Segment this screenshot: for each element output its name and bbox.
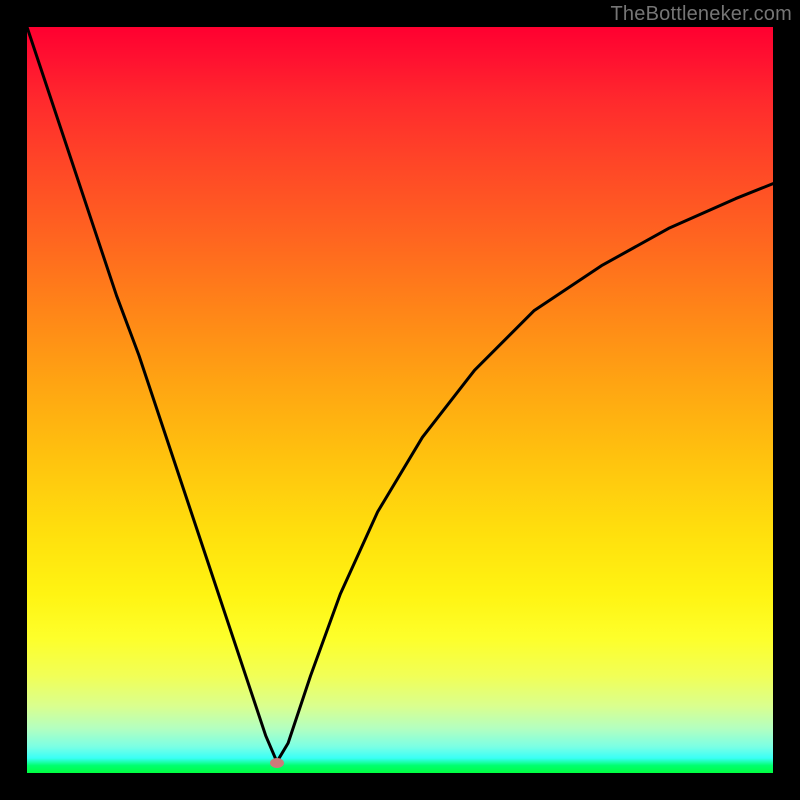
chart-frame: TheBottleneker.com: [0, 0, 800, 800]
minimum-marker: [270, 758, 284, 768]
bottleneck-curve: [27, 27, 773, 762]
plot-area: [27, 27, 773, 773]
curve-layer: [27, 27, 773, 773]
watermark-text: TheBottleneker.com: [611, 3, 792, 26]
